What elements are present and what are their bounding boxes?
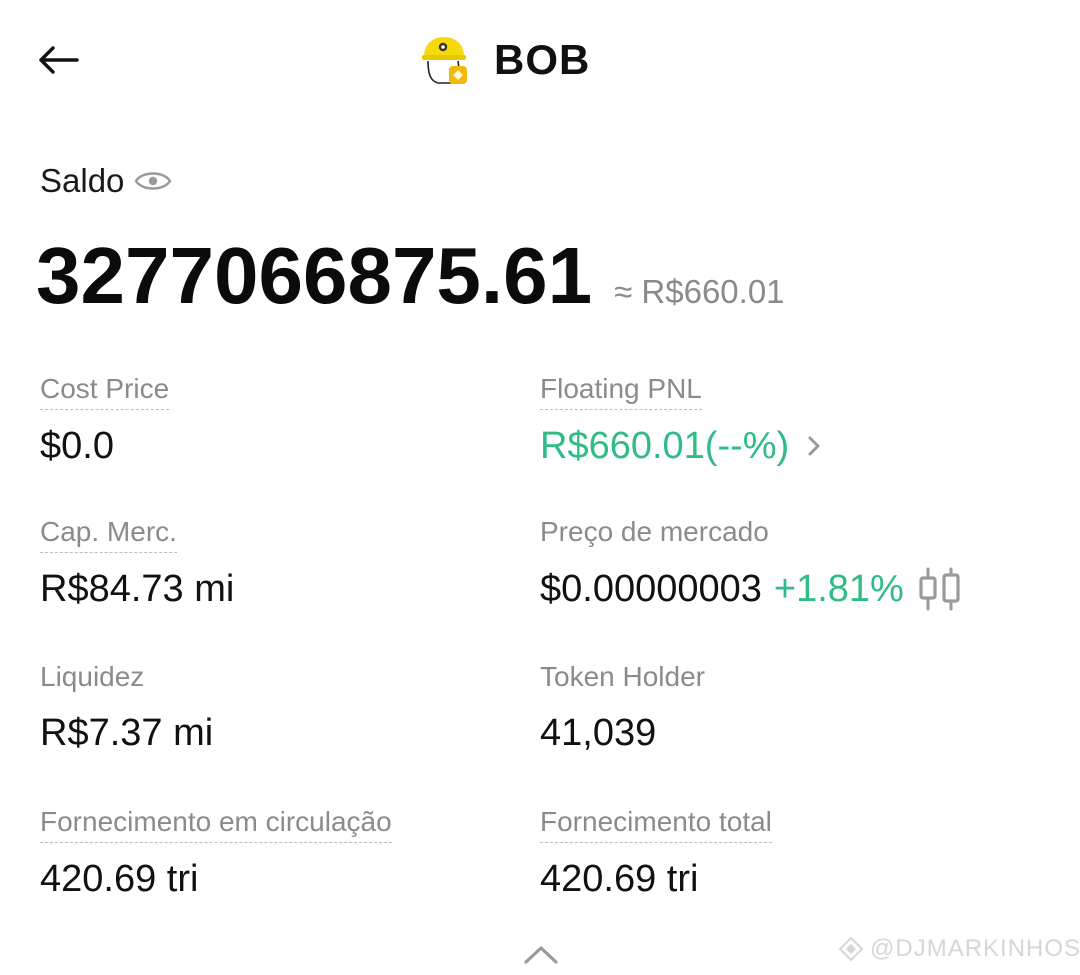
market-price-change: +1.81% xyxy=(773,568,904,610)
header-title-group: BOB xyxy=(418,30,590,90)
floating-pnl-label[interactable]: Floating PNL xyxy=(540,372,702,410)
chevron-right-icon xyxy=(808,436,820,456)
circulating-supply-stat: Fornecimento em circulação 420.69 tri xyxy=(40,805,392,901)
eye-icon[interactable] xyxy=(134,168,172,194)
total-supply-label[interactable]: Fornecimento total xyxy=(540,805,772,843)
watermark-text: @DJMARKINHOS xyxy=(870,935,1080,962)
market-price-value: $0.00000003 xyxy=(540,568,762,610)
floating-pnl-value: R$660.01(--%) xyxy=(540,425,790,467)
balance-label-row: Saldo xyxy=(40,162,172,200)
back-button[interactable] xyxy=(30,32,86,88)
market-cap-value: R$84.73 mi xyxy=(40,568,235,610)
chevron-up-icon[interactable] xyxy=(522,942,560,966)
token-holder-value: 41,039 xyxy=(540,712,657,754)
liquidity-value: R$7.37 mi xyxy=(40,712,214,754)
market-cap-stat: Cap. Merc. R$84.73 mi xyxy=(40,515,234,611)
balance-label: Saldo xyxy=(40,162,125,199)
token-holder-label: Token Holder xyxy=(540,661,705,692)
circulating-supply-label[interactable]: Fornecimento em circulação xyxy=(40,805,392,843)
balance-amount: 3277066875.61 xyxy=(36,231,593,320)
token-detail-page: BOB Saldo 3277066875.61 ≈ R$660.01 Cost … xyxy=(0,0,1080,975)
arrow-left-icon xyxy=(39,46,79,74)
total-supply-stat: Fornecimento total 420.69 tri xyxy=(540,805,772,901)
token-holder-stat: Token Holder 41,039 xyxy=(540,660,705,755)
market-price-row: $0.00000003 +1.81% xyxy=(540,566,966,612)
market-price-stat: Preço de mercado $0.00000003 +1.81% xyxy=(540,515,966,612)
cost-price-value: $0.0 xyxy=(40,425,114,467)
market-price-label: Preço de mercado xyxy=(540,516,769,547)
balance-row: 3277066875.61 ≈ R$660.01 xyxy=(36,230,785,322)
floating-pnl-row[interactable]: R$660.01(--%) xyxy=(540,424,823,468)
balance-fiat-approx: ≈ R$660.01 xyxy=(614,273,785,310)
floating-pnl-stat: Floating PNL R$660.01(--%) xyxy=(540,372,823,468)
circulating-supply-value: 420.69 tri xyxy=(40,858,199,900)
market-cap-label[interactable]: Cap. Merc. xyxy=(40,515,177,553)
total-supply-value: 420.69 tri xyxy=(540,858,699,900)
candlestick-chart-icon[interactable] xyxy=(916,566,966,612)
binance-diamond-icon xyxy=(838,936,864,962)
liquidity-stat: Liquidez R$7.37 mi xyxy=(40,660,213,755)
cost-price-stat: Cost Price $0.0 xyxy=(40,372,170,468)
cost-price-label[interactable]: Cost Price xyxy=(40,372,170,410)
token-logo-icon xyxy=(422,37,467,84)
liquidity-label: Liquidez xyxy=(40,661,145,692)
token-title: BOB xyxy=(494,36,591,83)
watermark: @DJMARKINHOS xyxy=(838,935,1080,963)
